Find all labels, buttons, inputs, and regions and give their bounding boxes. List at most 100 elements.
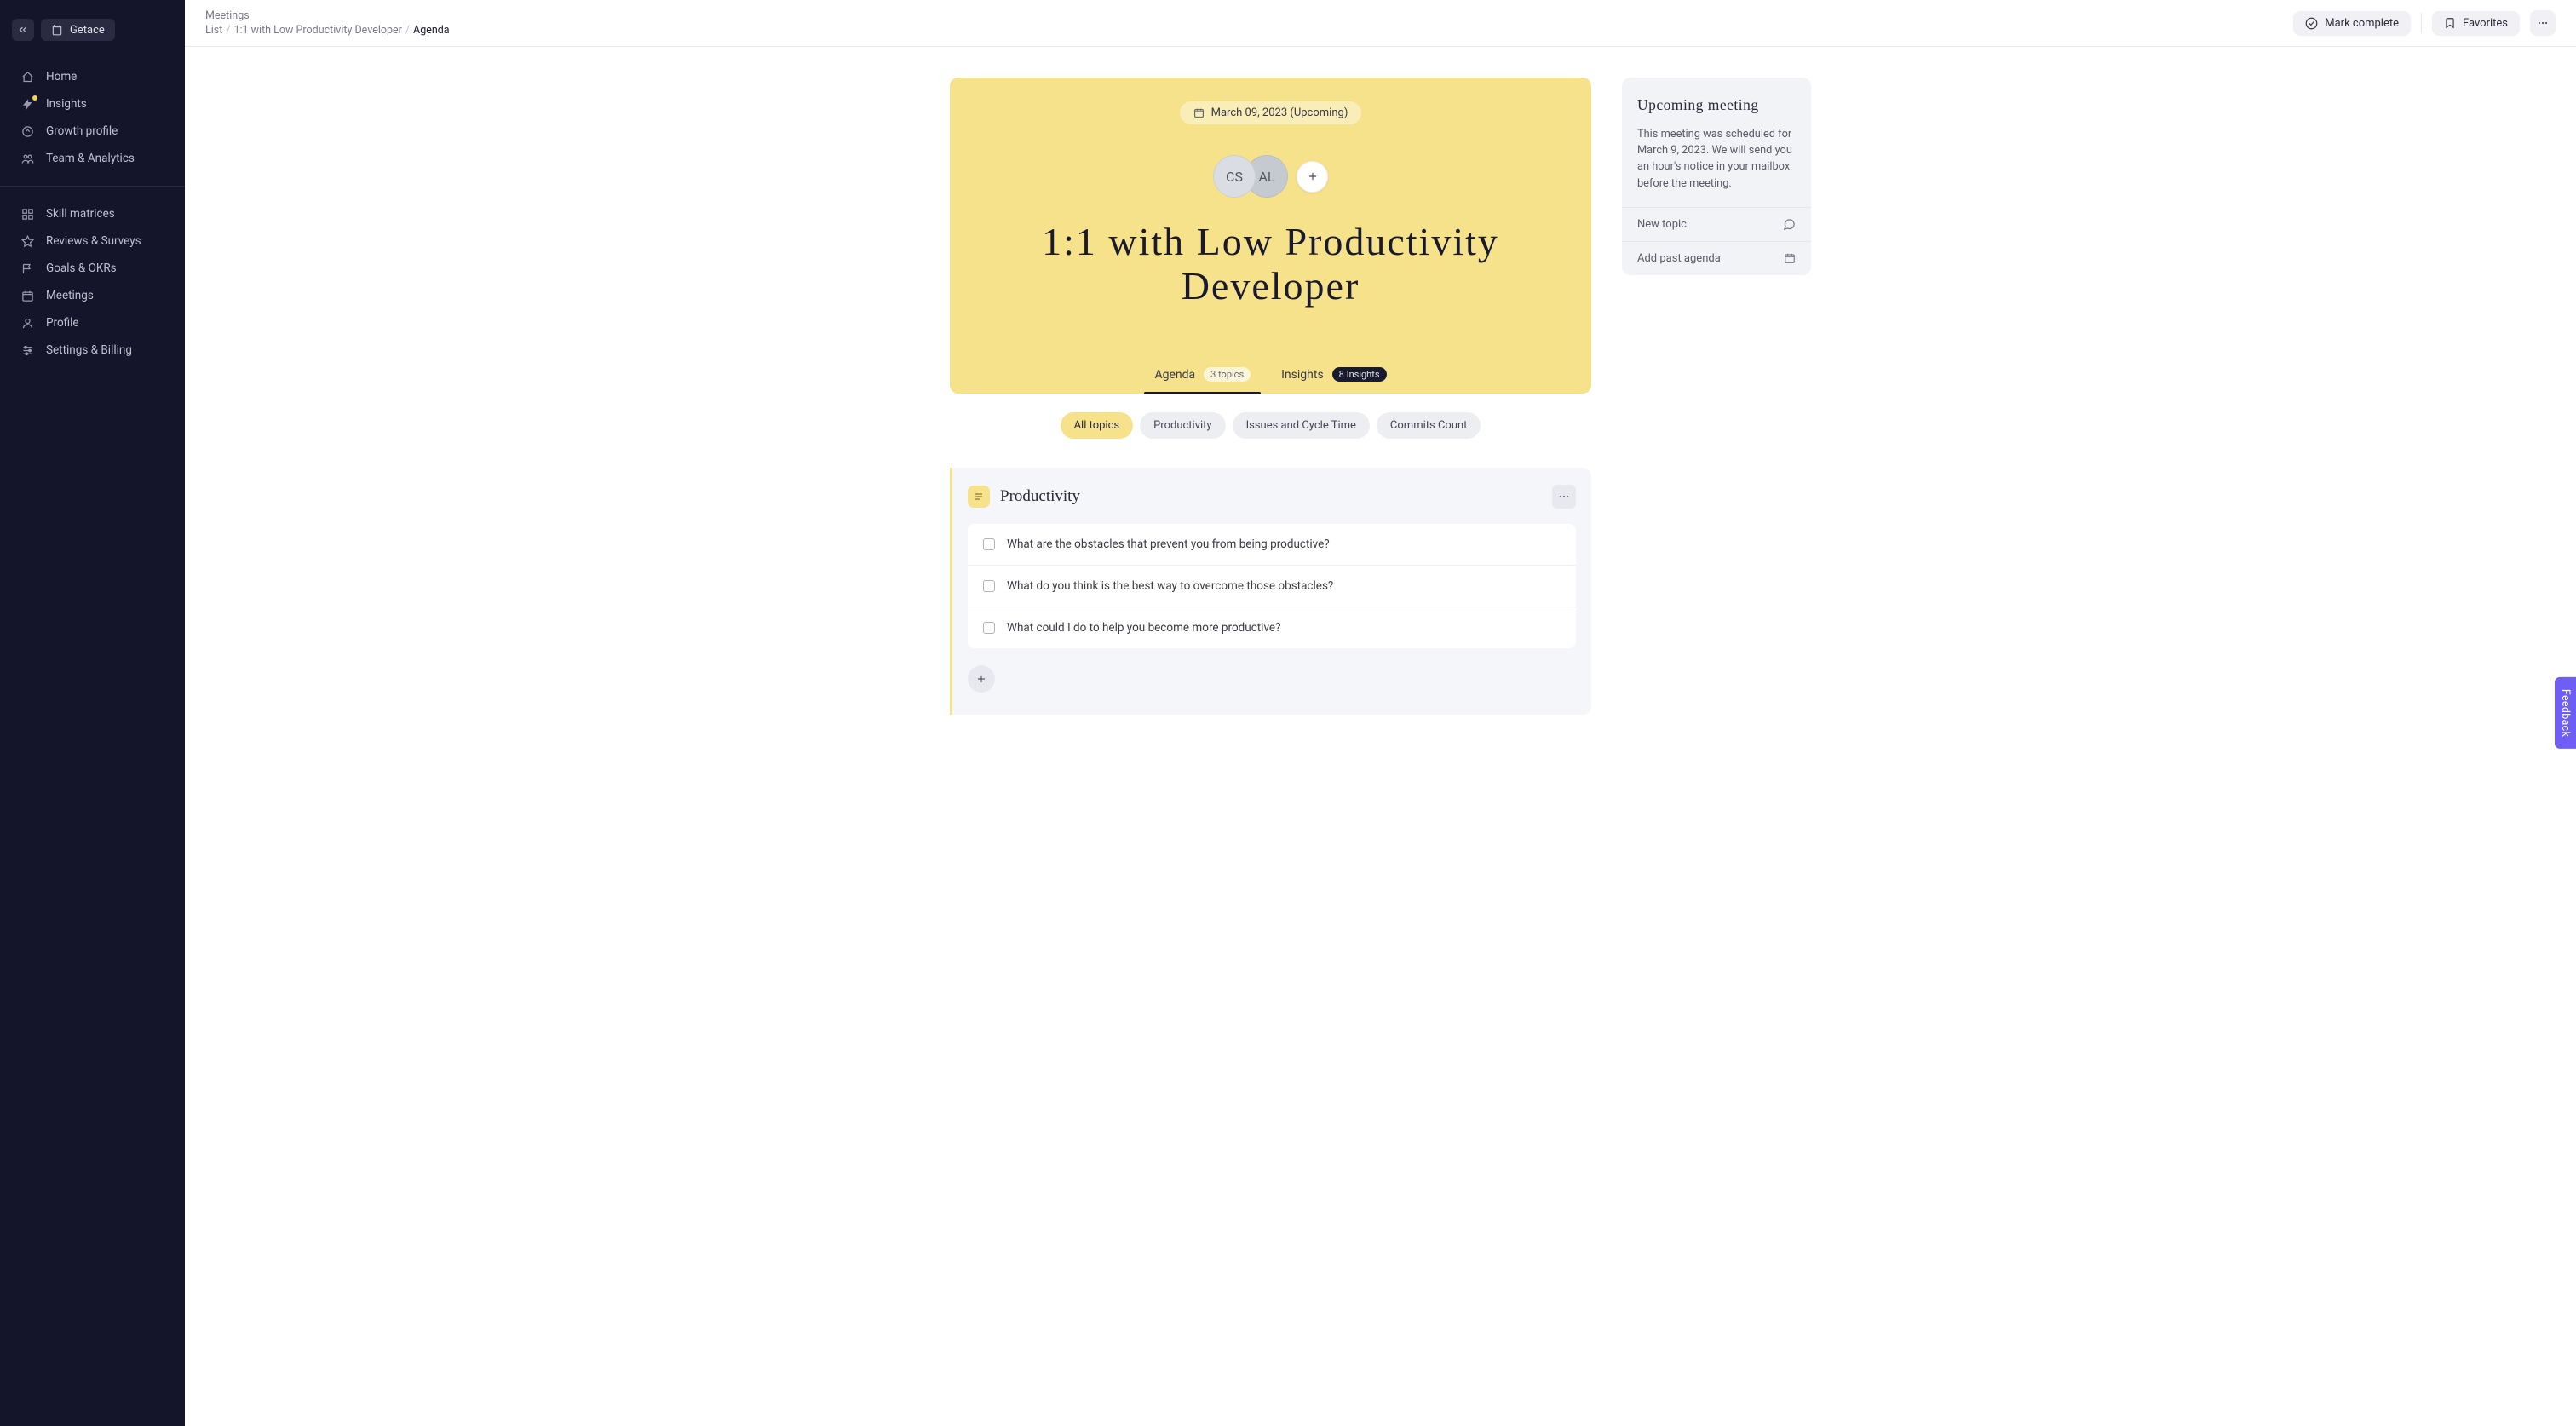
sidebar-item-label: Goals & OKRs — [46, 262, 117, 275]
tab-insights[interactable]: Insights 8 Insights — [1278, 359, 1389, 394]
plus-icon — [1307, 170, 1319, 182]
bolt-icon — [21, 98, 34, 111]
topic-filter-row: All topicsProductivity Issues and Cycle T… — [950, 412, 1591, 439]
sidebar-item-label: Home — [46, 70, 77, 83]
breadcrumb-separator: / — [405, 24, 410, 37]
sidebar-item-label: Insights — [46, 97, 87, 111]
sidebar-collapse-button[interactable] — [12, 19, 34, 41]
calendar-icon — [1784, 252, 1796, 264]
filter-pill[interactable]: Commits Count — [1377, 412, 1481, 439]
meeting-hero: March 09, 2023 (Upcoming) CS AL 1:1 with… — [950, 78, 1591, 394]
nav-section-primary: Home Insights Growth profile Team & Analyti… — [0, 58, 185, 177]
sidebar-item-label: Settings & Billing — [46, 343, 132, 357]
favorites-button[interactable]: Favorites — [2432, 11, 2520, 36]
participant-avatar[interactable]: CS — [1213, 155, 1256, 198]
tab-agenda-label: Agenda — [1154, 368, 1195, 382]
breadcrumb-current: Agenda — [413, 24, 450, 37]
plus-icon — [975, 673, 987, 685]
sidebar-item-settings[interactable]: Settings & Billing — [0, 336, 185, 364]
sidebar-item-label: Team & Analytics — [46, 152, 135, 165]
sidebar-item-skill[interactable]: Skill matrices — [0, 200, 185, 227]
topic-card: Productivity What are the obstacles that… — [950, 468, 1591, 715]
question-checkbox[interactable] — [983, 580, 995, 592]
filter-pill[interactable]: All topics — [1061, 412, 1134, 439]
question-text: What do you think is the best way to ove… — [1007, 579, 1333, 593]
question-text: What could I do to help you become more … — [1007, 621, 1280, 635]
sidebar-item-goals[interactable]: Goals & OKRs — [0, 255, 185, 282]
question-checkbox[interactable] — [983, 622, 995, 634]
question-text: What are the obstacles that prevent you … — [1007, 538, 1330, 551]
question-item[interactable]: What could I do to help you become more … — [968, 607, 1576, 648]
meeting-date-pill[interactable]: March 09, 2023 (Upcoming) — [1180, 101, 1362, 124]
user-icon — [21, 317, 34, 330]
new-topic-label: New topic — [1637, 218, 1687, 231]
sidebar-item-label: Meetings — [46, 289, 94, 302]
sidebar-item-meetings[interactable]: Meetings — [0, 282, 185, 309]
topic-more-button[interactable] — [1552, 485, 1576, 509]
feedback-label: Feedback — [2559, 689, 2572, 737]
breadcrumb-section: Meetings — [205, 9, 450, 22]
nav-divider — [0, 186, 185, 187]
org-name: Getace — [70, 24, 105, 37]
calendar-icon — [21, 290, 34, 302]
sidebar-item-label: Skill matrices — [46, 207, 115, 221]
tab-insights-count: 8 Insights — [1332, 367, 1387, 382]
ellipsis-icon — [1558, 491, 1570, 503]
sidebar-item-insights[interactable]: Insights — [0, 90, 185, 118]
meeting-date-text: March 09, 2023 (Upcoming) — [1211, 106, 1348, 119]
sliders-icon — [21, 344, 34, 357]
grid-icon — [21, 208, 34, 221]
notification-dot — [32, 95, 37, 101]
add-question-button[interactable] — [968, 665, 995, 693]
tab-agenda-count: 3 topics — [1204, 367, 1251, 382]
hero-tabs: Agenda 3 topics Insights 8 Insights — [1151, 359, 1389, 394]
flag-icon — [21, 262, 34, 275]
sidebar-item-growth[interactable]: Growth profile — [0, 118, 185, 145]
new-topic-button[interactable]: New topic — [1622, 207, 1811, 241]
tab-agenda[interactable]: Agenda 3 topics — [1151, 359, 1254, 394]
participants-row: CS AL — [1213, 155, 1328, 198]
breadcrumb-meeting[interactable]: 1:1 with Low Productivity Developer — [233, 24, 401, 37]
sidebar-item-home[interactable]: Home — [0, 63, 185, 90]
add-past-agenda-label: Add past agenda — [1637, 252, 1721, 265]
topbar: Meetings List / 1:1 with Low Productivit… — [185, 0, 2576, 47]
question-item[interactable]: What are the obstacles that prevent you … — [968, 524, 1576, 565]
star-icon — [21, 235, 34, 248]
chat-icon — [1783, 218, 1796, 231]
sidebar-item-label: Growth profile — [46, 124, 118, 138]
more-actions-button[interactable] — [2530, 10, 2556, 36]
topic-badge-icon — [968, 486, 990, 508]
sidebar-item-label: Profile — [46, 316, 79, 330]
sidebar-item-team[interactable]: Team & Analytics — [0, 145, 185, 172]
calendar-icon — [1193, 107, 1205, 118]
home-icon — [21, 71, 34, 83]
add-past-agenda-button[interactable]: Add past agenda — [1622, 241, 1811, 275]
filter-pill[interactable]: Productivity — [1140, 412, 1225, 439]
add-participant-button[interactable] — [1297, 161, 1328, 193]
breadcrumb: Meetings List / 1:1 with Low Productivit… — [205, 9, 450, 37]
favorites-label: Favorites — [2463, 17, 2508, 30]
sidebar-item-reviews[interactable]: Reviews & Surveys — [0, 227, 185, 255]
question-item[interactable]: What do you think is the best way to ove… — [968, 565, 1576, 607]
org-switcher[interactable]: Getace — [41, 19, 115, 41]
upcoming-meeting-card: Upcoming meeting This meeting was schedu… — [1622, 78, 1811, 275]
topic-title: Productivity — [1000, 487, 1080, 506]
breadcrumb-list[interactable]: List — [205, 24, 222, 37]
mark-complete-label: Mark complete — [2325, 17, 2399, 30]
question-checkbox[interactable] — [983, 538, 995, 550]
feedback-tab[interactable]: Feedback — [2555, 677, 2576, 749]
mark-complete-button[interactable]: Mark complete — [2293, 11, 2411, 36]
team-icon — [21, 152, 34, 165]
filter-pill[interactable]: Issues and Cycle Time — [1233, 412, 1370, 439]
nav-section-secondary: Skill matrices Reviews & Surveys Goals & O… — [0, 195, 185, 369]
breadcrumb-separator: / — [226, 24, 230, 37]
question-list: What are the obstacles that prevent you … — [968, 524, 1576, 648]
tab-insights-label: Insights — [1281, 368, 1324, 382]
sidebar: Getace Home Insights Growth profile Team & … — [0, 0, 185, 1426]
growth-icon — [21, 125, 34, 138]
side-card-body: This meeting was scheduled for March 9, … — [1637, 126, 1796, 192]
side-card-title: Upcoming meeting — [1637, 96, 1796, 114]
sidebar-item-profile[interactable]: Profile — [0, 309, 185, 336]
sidebar-item-label: Reviews & Surveys — [46, 234, 141, 248]
list-icon — [974, 492, 984, 502]
